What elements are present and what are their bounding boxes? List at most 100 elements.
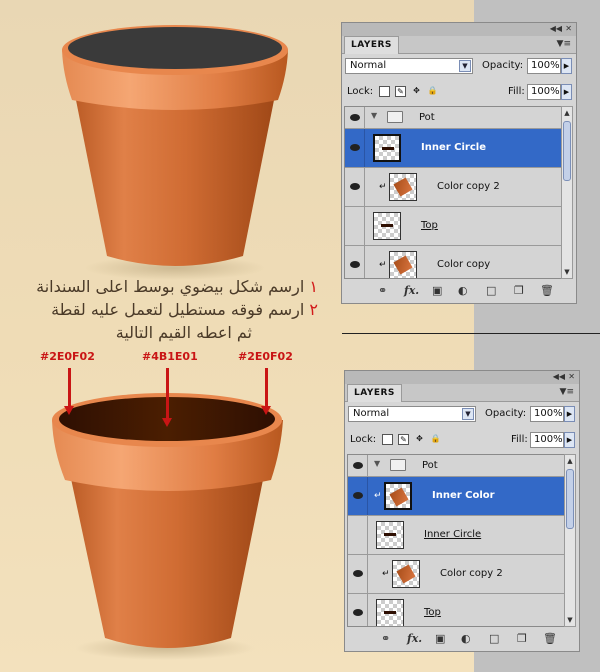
opacity-arrow-icon[interactable]: ▶ — [561, 58, 572, 74]
visibility-eye-icon[interactable] — [345, 107, 365, 128]
group-expand-icon[interactable]: ▼ — [374, 459, 380, 468]
gradient-label-left: #2E0F02 — [40, 350, 95, 363]
tab-layers[interactable]: LAYERS — [347, 384, 402, 402]
opacity-input[interactable]: 100% — [530, 406, 564, 422]
layer-name: Color copy — [437, 259, 491, 270]
scroll-down-icon[interactable]: ▼ — [565, 614, 575, 626]
layers-list: ▼ Pot Inner Circle ↵ Color copy 2 Top ↵ … — [344, 106, 562, 279]
layers-scrollbar[interactable]: ▲ ▼ — [564, 454, 576, 627]
mask-icon[interactable]: ▣ — [432, 284, 442, 298]
layer-row-inner-circle[interactable]: Inner Circle — [348, 516, 564, 555]
group-icon[interactable]: □ — [486, 284, 496, 298]
visibility-eye-icon[interactable] — [348, 455, 368, 476]
fill-input[interactable]: 100% — [527, 84, 561, 100]
instruction-text-3: ثم اعطه القيم التالية — [115, 323, 252, 342]
layer-row-inner-circle[interactable]: Inner Circle — [345, 129, 561, 168]
blend-row: Normal ▼ Opacity: 100% ▶ — [348, 406, 576, 424]
layer-name: Color copy 2 — [437, 181, 500, 192]
opacity-arrow-icon[interactable]: ▶ — [564, 406, 575, 422]
layer-row-color-copy[interactable]: ↵ Color copy — [345, 246, 561, 278]
trash-icon[interactable]: 🗑 — [540, 284, 554, 298]
group-expand-icon[interactable]: ▼ — [371, 111, 377, 120]
thumbnail-content — [382, 147, 394, 150]
adjustment-icon[interactable]: ◐ — [458, 284, 468, 298]
layer-thumbnail — [373, 212, 401, 240]
fill-input[interactable]: 100% — [530, 432, 564, 448]
layer-row-pot[interactable]: ▼ Pot — [348, 455, 564, 477]
blend-row: Normal ▼ Opacity: 100% ▶ — [345, 58, 573, 76]
close-icon[interactable]: ✕ — [568, 372, 575, 381]
thumbnail-content — [393, 255, 413, 275]
layers-list: ▼ Pot ↵ Inner Color Inner Circle ↵ Color… — [347, 454, 565, 627]
layers-scrollbar[interactable]: ▲ ▼ — [561, 106, 573, 279]
layers-panel-top: ◀◀ ✕ LAYERS ▼≡ Normal ▼ Opacity: 100% ▶ … — [341, 22, 577, 304]
layer-name: Top — [424, 607, 441, 618]
fx-icon[interactable]: fx. — [407, 632, 422, 646]
visibility-eye-icon[interactable] — [348, 477, 368, 515]
lock-image-icon[interactable]: ✎ — [395, 86, 406, 97]
adjustment-icon[interactable]: ◐ — [461, 632, 471, 646]
layer-row-pot[interactable]: ▼ Pot — [345, 107, 561, 129]
thumbnail-content — [381, 224, 393, 227]
new-layer-icon[interactable]: ❐ — [517, 632, 527, 646]
arrow-left-shaft — [68, 368, 71, 408]
new-layer-icon[interactable]: ❐ — [514, 284, 524, 298]
layer-row-top[interactable]: Top — [345, 207, 561, 246]
visibility-eye-icon[interactable] — [345, 129, 365, 167]
layer-row-color-copy-2[interactable]: ↵ Color copy 2 — [345, 168, 561, 207]
instruction-line-3: ثم اعطه القيم التالية — [116, 323, 252, 342]
lock-position-icon[interactable]: ✥ — [411, 86, 422, 97]
lock-all-icon[interactable]: 🔒 — [427, 86, 438, 97]
panel-titlebar: ◀◀ ✕ — [342, 23, 576, 36]
lock-position-icon[interactable]: ✥ — [414, 434, 425, 445]
panel-tabrow: LAYERS ▼≡ — [345, 384, 579, 402]
blend-mode-select[interactable]: Normal ▼ — [348, 406, 476, 422]
scroll-up-icon[interactable]: ▲ — [565, 455, 575, 467]
lock-label: Lock: — [350, 434, 377, 445]
layer-row-top[interactable]: Top — [348, 594, 564, 626]
visibility-eye-icon[interactable] — [348, 555, 368, 593]
lock-all-icon[interactable]: 🔒 — [430, 434, 441, 445]
opacity-input[interactable]: 100% — [527, 58, 561, 74]
panel-tabrow: LAYERS ▼≡ — [342, 36, 576, 54]
scroll-down-icon[interactable]: ▼ — [562, 266, 572, 278]
tab-layers[interactable]: LAYERS — [344, 36, 399, 54]
group-icon[interactable]: □ — [489, 632, 499, 646]
scroll-thumb[interactable] — [563, 121, 571, 181]
arrow-left-head — [64, 406, 74, 415]
mask-icon[interactable]: ▣ — [435, 632, 445, 646]
thumbnail-content — [396, 564, 416, 584]
chevron-down-icon[interactable]: ▼ — [462, 408, 474, 420]
visibility-eye-icon[interactable] — [348, 594, 368, 626]
fx-icon[interactable]: fx. — [404, 284, 419, 298]
visibility-eye-icon[interactable] — [345, 246, 365, 278]
trash-icon[interactable]: 🗑 — [543, 632, 557, 646]
lock-transparent-icon[interactable] — [382, 434, 393, 445]
panel-menu-icon[interactable]: ▼≡ — [560, 387, 574, 397]
lock-transparent-icon[interactable] — [379, 86, 390, 97]
panel-menu-icon[interactable]: ▼≡ — [557, 39, 571, 49]
scroll-thumb[interactable] — [566, 469, 574, 529]
chevron-down-icon[interactable]: ▼ — [459, 60, 471, 72]
arrow-right-head — [261, 406, 271, 415]
layer-row-inner-color[interactable]: ↵ Inner Color — [348, 477, 564, 516]
visibility-eye-icon[interactable] — [345, 168, 365, 206]
link-icon[interactable]: ⚭ — [381, 632, 390, 646]
instruction-text-1: ارسم شكل بيضوي بوسط اعلى السندانة — [36, 277, 305, 296]
layer-name: Top — [421, 220, 438, 231]
lock-image-icon[interactable]: ✎ — [398, 434, 409, 445]
layer-row-color-copy-2[interactable]: ↵ Color copy 2 — [348, 555, 564, 594]
instruction-number-2: ٢ — [309, 300, 318, 319]
collapse-icon[interactable]: ◀◀ — [550, 24, 562, 33]
fill-arrow-icon[interactable]: ▶ — [564, 432, 575, 448]
close-icon[interactable]: ✕ — [565, 24, 572, 33]
collapse-icon[interactable]: ◀◀ — [553, 372, 565, 381]
instruction-number-1: ١ — [309, 277, 318, 296]
layer-name: Inner Color — [432, 490, 495, 501]
scroll-up-icon[interactable]: ▲ — [562, 107, 572, 119]
arrow-right-shaft — [265, 368, 268, 408]
blend-mode-select[interactable]: Normal ▼ — [345, 58, 473, 74]
fill-label: Fill: — [508, 86, 525, 97]
link-icon[interactable]: ⚭ — [378, 284, 387, 298]
fill-arrow-icon[interactable]: ▶ — [561, 84, 572, 100]
